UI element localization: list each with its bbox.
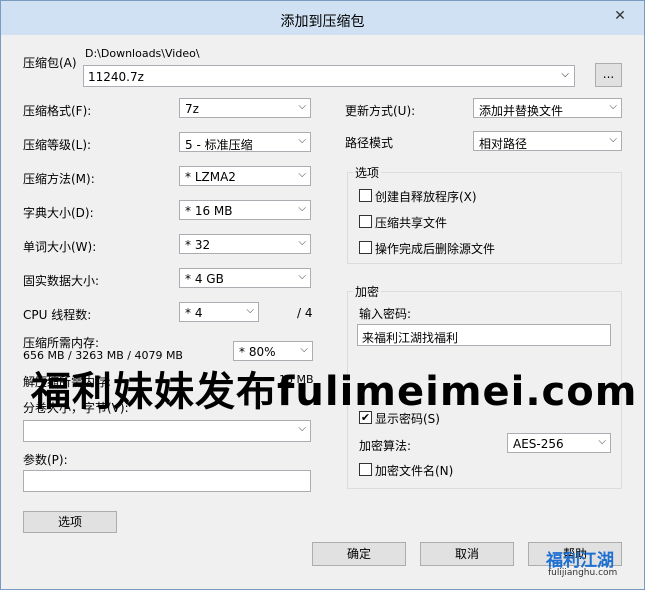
window-title: 添加到压缩包 xyxy=(280,14,365,30)
shared-checkbox[interactable] xyxy=(359,215,372,228)
chevron-down-icon: ⌵ xyxy=(298,169,306,180)
archive-filename-combo[interactable]: 11240.7z ⌵ xyxy=(83,65,575,87)
chevron-down-icon: ⌵ xyxy=(561,69,569,80)
pathmode-label: 路径模式 xyxy=(345,136,394,150)
shared-label: 压缩共享文件 xyxy=(375,216,448,230)
encrypt-names-label: 加密文件名(N) xyxy=(375,464,454,478)
sfx-checkbox[interactable] xyxy=(359,189,372,202)
archive-label: 压缩包(A) xyxy=(23,56,77,70)
encryption-method-label: 加密算法: xyxy=(359,439,412,453)
encryption-method-value: AES-256 xyxy=(513,437,564,451)
params-label: 参数(P): xyxy=(23,453,68,467)
archive-path: D:\Downloads\Video\ xyxy=(85,47,200,60)
encrypt-names-checkbox[interactable] xyxy=(359,463,372,476)
logo-url: fulijianghu.com xyxy=(548,568,618,578)
solid-value: * 4 GB xyxy=(185,272,224,286)
archive-filename: 11240.7z xyxy=(88,70,144,84)
chevron-down-icon: ⌵ xyxy=(609,101,617,112)
ok-button[interactable]: 确定 xyxy=(312,542,406,566)
chevron-down-icon: ⌵ xyxy=(298,423,306,434)
chevron-down-icon: ⌵ xyxy=(298,135,306,146)
password-label: 输入密码: xyxy=(359,307,412,321)
method-value: * LZMA2 xyxy=(185,170,236,184)
dict-value: * 16 MB xyxy=(185,204,233,218)
options-button[interactable]: 选项 xyxy=(23,511,117,533)
word-value: * 32 xyxy=(185,238,211,252)
split-select[interactable]: ⌵ xyxy=(23,420,311,442)
delete-label: 操作完成后删除源文件 xyxy=(375,242,496,256)
threads-max: / 4 xyxy=(297,306,313,320)
format-label: 压缩格式(F): xyxy=(23,104,92,118)
chevron-down-icon: ⌵ xyxy=(300,344,308,355)
dict-select[interactable]: * 16 MB ⌵ xyxy=(179,200,311,220)
level-select[interactable]: 5 - 标准压缩 ⌵ xyxy=(179,132,311,152)
format-select[interactable]: 7z ⌵ xyxy=(179,98,311,118)
chevron-down-icon: ⌵ xyxy=(609,134,617,145)
dialog-body: 压缩包(A) D:\Downloads\Video\ 11240.7z ⌵ ..… xyxy=(9,35,636,581)
update-select[interactable]: 添加并替换文件 ⌵ xyxy=(473,98,622,118)
level-value: 5 - 标准压缩 xyxy=(185,138,253,152)
chevron-down-icon: ⌵ xyxy=(298,237,306,248)
cancel-button[interactable]: 取消 xyxy=(420,542,514,566)
password-value: 来福利江湖找福利 xyxy=(362,331,459,345)
update-label: 更新方式(U): xyxy=(345,104,416,118)
encryption-method-select[interactable]: AES-256 ⌵ xyxy=(507,433,611,453)
method-label: 压缩方法(M): xyxy=(23,172,95,186)
options-group-title: 选项 xyxy=(353,164,382,181)
threads-label: CPU 线程数: xyxy=(23,308,92,322)
chevron-down-icon: ⌵ xyxy=(598,436,606,447)
format-value: 7z xyxy=(185,102,199,116)
chevron-down-icon: ⌵ xyxy=(246,305,254,316)
pathmode-value: 相对路径 xyxy=(479,137,528,151)
threads-value: * 4 xyxy=(185,306,203,320)
browse-button[interactable]: ... xyxy=(595,63,622,87)
sfx-label: 创建自释放程序(X) xyxy=(375,190,477,204)
level-label: 压缩等级(L): xyxy=(23,138,92,152)
update-value: 添加并替换文件 xyxy=(479,104,564,118)
chevron-down-icon: ⌵ xyxy=(298,101,306,112)
delete-checkbox[interactable] xyxy=(359,241,372,254)
threads-select[interactable]: * 4 ⌵ xyxy=(179,302,259,322)
encryption-group-title: 加密 xyxy=(353,283,382,300)
method-select[interactable]: * LZMA2 ⌵ xyxy=(179,166,311,186)
chevron-down-icon: ⌵ xyxy=(298,203,306,214)
word-label: 单词大小(W): xyxy=(23,240,97,254)
pathmode-select[interactable]: 相对路径 ⌵ xyxy=(473,131,622,151)
memory-select[interactable]: * 80% ⌵ xyxy=(233,341,313,361)
title-bar: 添加到压缩包 ✕ xyxy=(1,1,644,35)
site-logo: 福利江湖 fulijianghu.com xyxy=(546,546,641,586)
dict-label: 字典大小(D): xyxy=(23,206,94,220)
solid-select[interactable]: * 4 GB ⌵ xyxy=(179,268,311,288)
add-to-archive-dialog: 添加到压缩包 ✕ 压缩包(A) D:\Downloads\Video\ 1124… xyxy=(0,0,645,590)
word-select[interactable]: * 32 ⌵ xyxy=(179,234,311,254)
password-input[interactable]: 来福利江湖找福利 xyxy=(357,324,611,346)
solid-label: 固实数据大小: xyxy=(23,274,100,288)
params-input[interactable] xyxy=(23,470,311,492)
memory-value: * 80% xyxy=(239,345,276,359)
watermark-text: 福利妹妹发布fulimeimei.com xyxy=(31,369,638,415)
close-icon[interactable]: ✕ xyxy=(606,7,634,25)
chevron-down-icon: ⌵ xyxy=(298,271,306,282)
